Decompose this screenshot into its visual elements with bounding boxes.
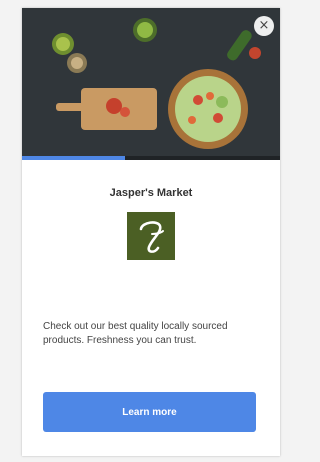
ad-card: × Jasper's Market Check out our best qua… xyxy=(22,8,280,456)
close-icon[interactable]: × xyxy=(259,18,270,33)
hero-image: × xyxy=(22,8,280,156)
brand-logo xyxy=(127,212,175,260)
logo-letter-icon xyxy=(139,221,164,253)
learn-more-label: Learn more xyxy=(122,406,177,418)
close-button[interactable]: × xyxy=(254,16,274,36)
food-photo-icon xyxy=(22,8,280,156)
learn-more-button[interactable]: Learn more xyxy=(43,392,256,432)
advertiser-name: Jasper's Market xyxy=(109,187,193,199)
ad-description: Check out our best quality locally sourc… xyxy=(43,321,228,346)
progress-bar xyxy=(22,156,280,160)
progress-fill xyxy=(22,156,126,160)
